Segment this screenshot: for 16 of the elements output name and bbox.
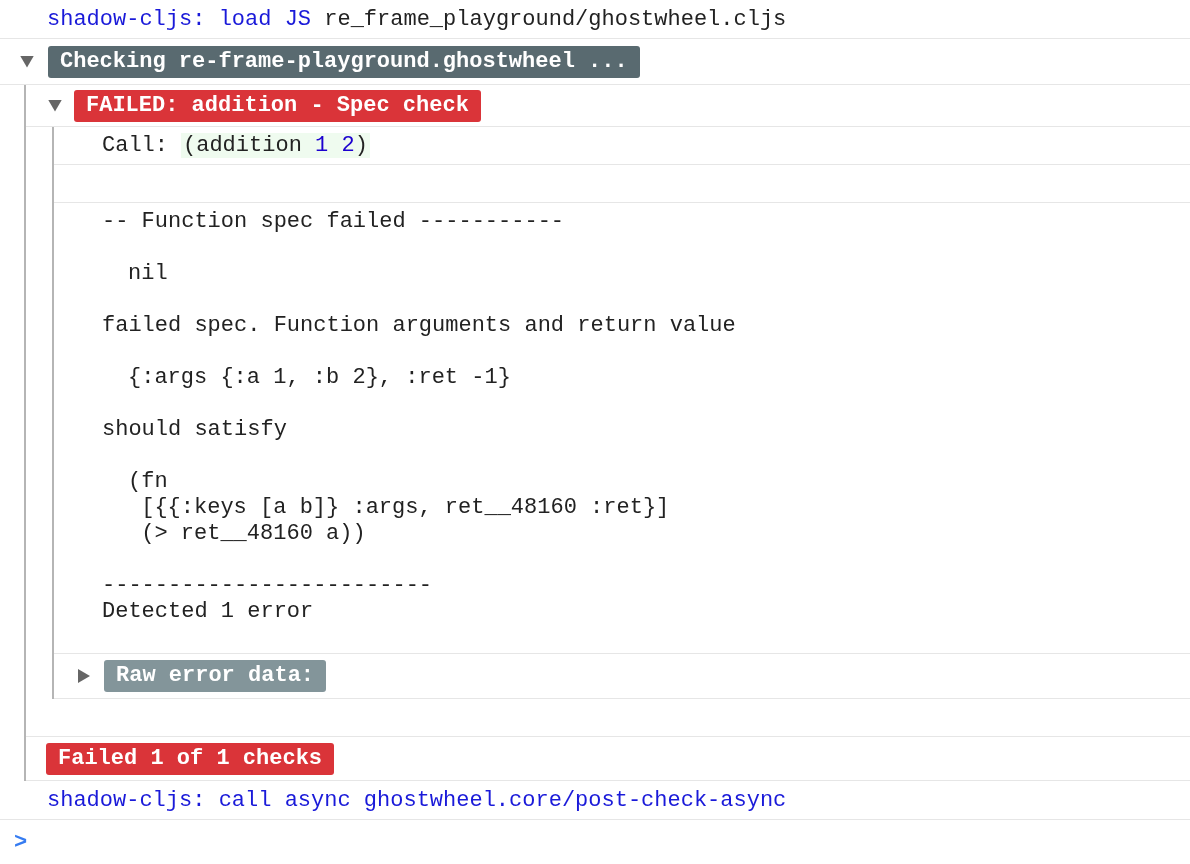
report-text: ------------------------- Detected 1 error bbox=[102, 573, 433, 625]
report-text: failed spec. Function arguments and return value bbox=[102, 313, 736, 339]
log-message: shadow-cljs: call async ghostwheel.core/post-check-async bbox=[47, 787, 787, 813]
raw-data-label: Raw error data: bbox=[104, 660, 327, 692]
group-label: Checking re-frame-playground.ghostwheel ... bbox=[48, 45, 640, 78]
failure-label: FAILED: addition - Spec check bbox=[74, 89, 481, 122]
report-text: {:args {:a 1, :b 2}, :ret -1} bbox=[127, 365, 511, 391]
report-text: nil bbox=[127, 261, 168, 287]
log-message: shadow-cljs: load JS re_frame_playground/ghostwheel.cljs bbox=[47, 6, 787, 32]
call-label: Call: bbox=[102, 133, 168, 158]
prompt-chevron: > bbox=[14, 829, 28, 855]
report-text: -- Function spec failed ----------- bbox=[102, 209, 565, 235]
summary-label: Failed 1 of 1 checks bbox=[46, 742, 335, 775]
report-text: should satisfy bbox=[102, 417, 287, 443]
report-text: (fn [{{:keys [a b]} :args, ret__48160 :ret}] (> ret__48160 a)) bbox=[127, 469, 670, 547]
code-snippet: (addition 1 2) bbox=[181, 133, 370, 158]
